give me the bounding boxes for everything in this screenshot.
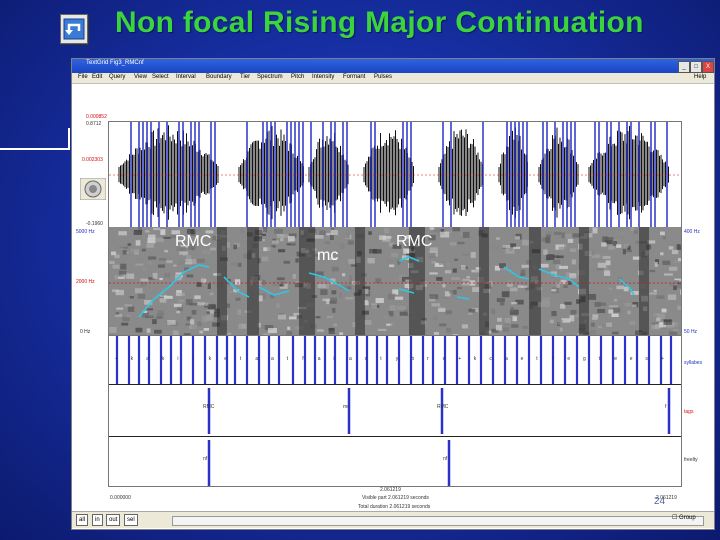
decorative-rule — [0, 148, 70, 150]
phone-label: a — [146, 356, 149, 362]
phone-label: t — [536, 356, 538, 362]
menu-intensity[interactable]: Intensity — [312, 74, 334, 80]
phone-label: k — [131, 356, 134, 362]
maximize-button[interactable]: □ — [690, 61, 702, 73]
phone-label: k — [474, 356, 477, 362]
tag-label-rmc-2: RMC — [437, 404, 449, 410]
minimize-button[interactable]: _ — [678, 61, 690, 73]
waveform-plot — [109, 122, 681, 228]
phone-label: g — [583, 356, 586, 362]
phone-label: a — [271, 356, 274, 362]
label-rmc-1: RMC — [175, 233, 212, 250]
phone-label: t — [380, 356, 382, 362]
time-scrollbar[interactable] — [172, 516, 704, 526]
menu-formant[interactable]: Formant — [343, 74, 365, 80]
tier-marks: + k a k i l k e t a a t f a i a s t y b r o + k c a e t y e g t e e s + — [115, 336, 673, 486]
spectrogram-panel[interactable]: RMC mc RMC — [108, 227, 687, 341]
spec-bottom-left: 0 Hz — [80, 329, 91, 335]
menu-help[interactable]: Help — [694, 74, 706, 80]
phone-label: r — [427, 356, 429, 362]
phone-label: e — [521, 356, 524, 362]
menu-file[interactable]: File — [78, 74, 88, 80]
label-rmc-2: RMC — [396, 233, 433, 250]
menu-select[interactable]: Select — [152, 74, 169, 80]
slide-number: 24 — [654, 496, 666, 507]
menu-pulses[interactable]: Pulses — [374, 74, 392, 80]
phone-label: e — [567, 356, 570, 362]
label-mc: mc — [317, 247, 339, 264]
phone-label: k — [209, 356, 212, 362]
wave-top-value: 0.000852 — [86, 114, 107, 120]
phone-label: + — [115, 356, 118, 362]
phone-label: + — [458, 356, 461, 362]
total-duration: Total duration 2.061219 seconds — [358, 504, 431, 510]
phone-label: e — [224, 356, 227, 362]
wave-mid-value: 0.002303 — [82, 157, 103, 163]
spec-top-left: 5000 Hz — [76, 229, 95, 235]
spec-mid-left: 2000 Hz — [76, 279, 95, 285]
phone-label: a — [349, 356, 352, 362]
tag-label-rmc-1: RMC — [203, 404, 215, 410]
phone-label: + — [661, 356, 664, 362]
menu-edit[interactable]: Edit — [92, 74, 102, 80]
bottom-label-nf-2: nf — [443, 456, 448, 462]
back-arrow-icon — [63, 18, 85, 40]
window-titlebar: TextGrid Fig3_RMCnf _ □ X — [72, 59, 714, 73]
phone-label: k — [162, 356, 165, 362]
time-center: 2.061219 — [380, 487, 401, 493]
phone-label: b — [411, 356, 414, 362]
phone-label: i — [177, 356, 178, 362]
spec-bottom-right: 50 Hz — [684, 329, 698, 335]
phone-label: e — [614, 356, 617, 362]
textgrid-tiers[interactable]: + k a k i l k e t a a t f a i a s t y b r o + k c a e t y e g t e e s + RMC… — [108, 335, 682, 487]
phone-label: a — [255, 356, 258, 362]
nav-all-button[interactable]: all — [76, 514, 89, 526]
phone-label: a — [505, 356, 508, 362]
tier1-name: syllabes — [684, 360, 703, 366]
group-label: Group — [679, 515, 696, 521]
window-title: TextGrid Fig3_RMCnf — [86, 60, 144, 66]
nav-sel-button[interactable]: sel — [124, 514, 138, 526]
phone-label: e — [630, 356, 633, 362]
slide-title: Non focal Rising Major Continuation — [115, 6, 644, 39]
textgrid-window: TextGrid Fig3_RMCnf _ □ X File Edit Quer… — [71, 58, 715, 530]
bottom-label-nf-1: nf — [203, 456, 208, 462]
wave-bottom-value: -0.1960 — [86, 221, 103, 227]
nav-out-button[interactable]: out — [106, 514, 121, 526]
phone-label: y — [552, 356, 555, 362]
back-button[interactable] — [60, 14, 88, 44]
menu-boundary[interactable]: Boundary — [206, 74, 232, 80]
visible-part: Visible part 2.061219 seconds — [362, 495, 429, 501]
decorative-rule-vertical — [68, 128, 70, 150]
spec-top-right: 400 Hz — [684, 229, 700, 235]
menu-pitch[interactable]: Pitch — [291, 74, 304, 80]
tag-label-mc: mc — [343, 404, 350, 410]
menu-spectrum[interactable]: Spectrum — [257, 74, 283, 80]
close-button[interactable]: X — [702, 61, 714, 73]
group-checkbox[interactable]: ☐ Group — [672, 514, 696, 521]
tier3-name: freelty — [684, 457, 698, 463]
speaker-icon[interactable] — [80, 178, 106, 200]
time-left: 0.000000 — [110, 495, 131, 501]
navigation-bar: all in out sel ☐ Group — [72, 511, 714, 528]
phone-label: l — [193, 356, 194, 362]
tag-label-f: f — [665, 404, 667, 410]
phone-label: a — [318, 356, 321, 362]
menu-interval[interactable]: Interval — [176, 74, 196, 80]
nav-in-button[interactable]: in — [92, 514, 103, 526]
menu-query[interactable]: Query — [109, 74, 125, 80]
menu-bar: File Edit Query View Select Interval Bou… — [72, 73, 714, 84]
phone-label: t — [287, 356, 289, 362]
waveform-panel[interactable] — [108, 121, 682, 229]
tier2-name: tags — [684, 409, 694, 415]
wave-top-black: 0.8712 — [86, 121, 102, 127]
phone-label: t — [240, 356, 242, 362]
phone-label: o — [443, 356, 446, 362]
menu-tier[interactable]: Tier — [240, 74, 250, 80]
menu-view[interactable]: View — [134, 74, 147, 80]
phone-label: i — [333, 356, 334, 362]
